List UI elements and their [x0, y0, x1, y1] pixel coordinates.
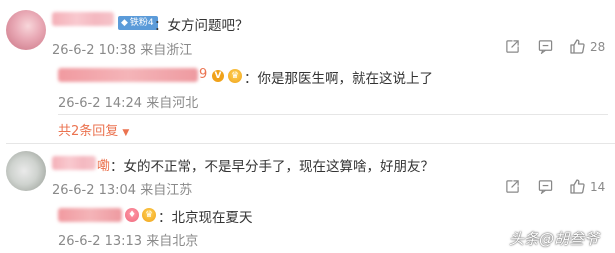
commenter-name-blurred[interactable]	[52, 12, 114, 26]
comment-separator	[6, 143, 615, 144]
divider	[58, 114, 608, 115]
fan-badge-label: 铁粉4	[129, 18, 154, 28]
crown-icon: ♦	[125, 208, 139, 222]
comment-icon[interactable]	[538, 179, 553, 194]
diamond-icon: ◆	[121, 18, 128, 28]
share-icon[interactable]	[505, 39, 520, 54]
comment-icon[interactable]	[538, 39, 553, 54]
reply-name-blurred[interactable]	[58, 208, 122, 222]
like-count: 14	[590, 180, 606, 194]
thumbs-up-icon[interactable]	[569, 38, 585, 54]
commenter-name-blurred[interactable]	[52, 156, 96, 170]
reply-name-suffix[interactable]: 9	[199, 67, 207, 82]
reply-name-blurred[interactable]	[58, 68, 198, 82]
commenter-name-suffix[interactable]: 嘞	[97, 155, 110, 174]
more-replies-link[interactable]: 共2条回复 ▼	[58, 120, 129, 139]
comment-meta: 26-6-2 13:04 来自江苏	[52, 183, 193, 198]
reply-meta: 26-6-2 13:13 来自北京	[58, 234, 199, 249]
thumbs-up-icon[interactable]	[569, 178, 585, 194]
like-count: 28	[590, 40, 606, 54]
comment-text: ：女的不正常，不是早分手了，现在这算啥，好朋友？	[110, 159, 434, 175]
crown-icon: ♛	[142, 208, 156, 222]
avatar[interactable]	[6, 151, 46, 191]
watermark: 头条@胡叁爷	[509, 230, 600, 248]
share-icon[interactable]	[505, 179, 520, 194]
fan-badge[interactable]: ◆ 铁粉4	[118, 16, 158, 30]
comment-text: ：女方问题吧？	[154, 18, 249, 34]
verified-icon: V	[212, 70, 224, 82]
crown-icon: ♛	[228, 69, 242, 83]
avatar[interactable]	[6, 10, 46, 50]
reply-text: ：北京现在夏天	[158, 210, 253, 226]
caret-down-icon: ▼	[122, 128, 130, 138]
reply-text: ：你是那医生啊，就在这说上了	[244, 71, 433, 87]
more-replies-label: 共2条回复	[58, 124, 119, 139]
comment-meta: 26-6-2 10:38 来自浙江	[52, 43, 193, 58]
reply-meta: 26-6-2 14:24 来自河北	[58, 96, 199, 111]
